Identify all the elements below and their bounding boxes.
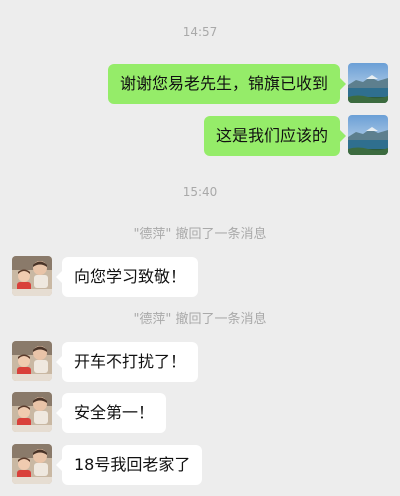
timestamp-divider: 14:57 [182, 25, 218, 39]
recall-notice: "德萍" 撤回了一条消息 [133, 227, 267, 242]
message-row-outgoing: 谢谢您易老先生，锦旗已收到 [0, 63, 400, 105]
self-avatar[interactable] [348, 115, 388, 155]
message-row-incoming: 安全第一！ [0, 392, 400, 434]
message-row-incoming: 向您学习致敬！ [0, 256, 400, 298]
family-photo-icon [12, 341, 52, 381]
contact-avatar[interactable] [12, 444, 52, 484]
family-photo-icon [12, 444, 52, 484]
message-row-outgoing: 这是我们应该的 [0, 115, 400, 157]
message-bubble-incoming[interactable]: 安全第一！ [55, 393, 167, 433]
family-photo-icon [12, 256, 52, 296]
message-bubble-incoming[interactable]: 向您学习致敬！ [55, 257, 199, 297]
message-bubble-incoming[interactable]: 开车不打扰了！ [55, 342, 199, 382]
contact-avatar[interactable] [12, 341, 52, 381]
chat-message-list[interactable]: 14:57 谢谢您易老先生，锦旗已收到 这是我们应该的 15:40 "德萍" 撤… [0, 0, 400, 496]
message-bubble-incoming[interactable]: 18号我回老家了 [55, 445, 203, 485]
message-bubble-outgoing[interactable]: 谢谢您易老先生，锦旗已收到 [107, 64, 347, 104]
message-row-incoming: 开车不打扰了！ [0, 341, 400, 383]
message-row-incoming: 18号我回老家了 [0, 444, 400, 486]
recall-notice: "德萍" 撤回了一条消息 [133, 312, 267, 327]
timestamp-divider: 15:40 [182, 185, 218, 199]
contact-avatar[interactable] [12, 256, 52, 296]
family-photo-icon [12, 392, 52, 432]
landscape-lake-icon [348, 115, 388, 155]
self-avatar[interactable] [348, 63, 388, 103]
contact-avatar[interactable] [12, 392, 52, 432]
message-bubble-outgoing[interactable]: 这是我们应该的 [203, 116, 347, 156]
landscape-lake-icon [348, 63, 388, 103]
